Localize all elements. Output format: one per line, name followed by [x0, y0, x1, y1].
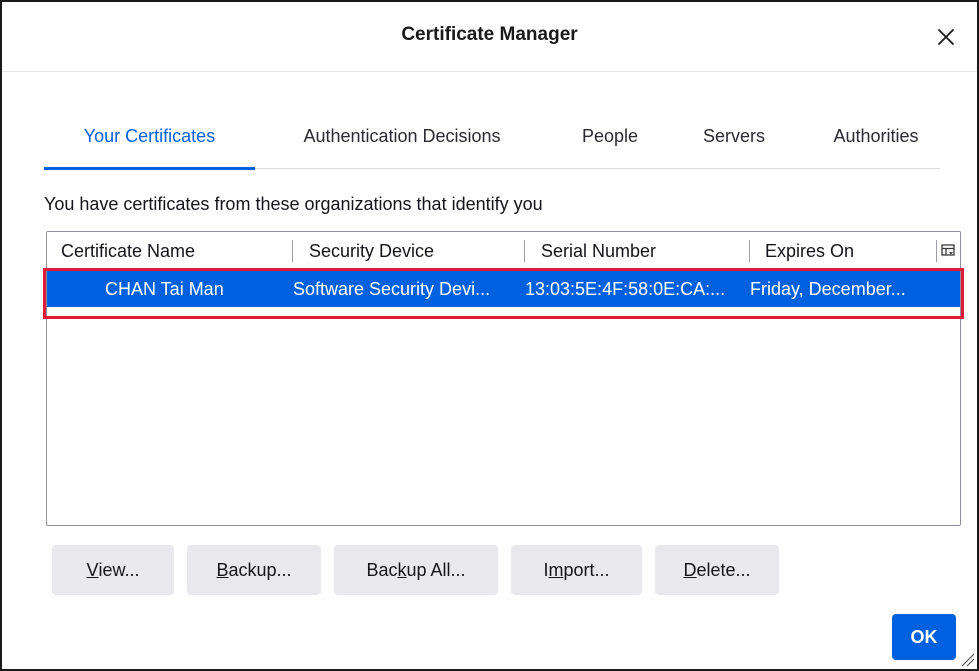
close-icon: [938, 29, 954, 45]
column-separator[interactable]: [524, 240, 525, 262]
cell-certificate-name: CHAN Tai Man: [105, 278, 224, 299]
import-button[interactable]: Im port...: [511, 545, 642, 595]
resize-grip-icon[interactable]: [957, 649, 975, 667]
backup-button[interactable]: Backup...: [187, 545, 321, 595]
tab-people[interactable]: People: [572, 114, 648, 169]
column-picker-icon: [940, 244, 955, 256]
column-separator[interactable]: [749, 240, 750, 262]
dialog-title: Certificate Manager: [401, 24, 578, 45]
backup-all-button[interactable]: Bac k up All...: [334, 545, 498, 595]
ok-button[interactable]: OK: [892, 614, 956, 660]
view-button[interactable]: View...: [52, 545, 174, 595]
certificate-table[interactable]: Certificate Name Security Device Serial …: [46, 231, 961, 526]
tab-servers[interactable]: Servers: [696, 114, 772, 169]
column-header-expires-on[interactable]: Expires On: [765, 232, 925, 270]
intro-text: You have certificates from these organiz…: [44, 194, 543, 214]
close-button[interactable]: [929, 20, 963, 54]
cell-serial-number: 13:03:5E:4F:58:0E:CA:...: [525, 278, 726, 299]
tab-authentication-decisions[interactable]: Authentication Decisions: [282, 114, 522, 169]
cell-expires-on: Friday, December...: [750, 278, 906, 299]
column-header-security-device[interactable]: Security Device: [309, 232, 519, 270]
tab-your-certificates[interactable]: Your Certificates: [44, 114, 255, 170]
title-bar: Certificate Manager: [2, 2, 977, 72]
tab-authorities[interactable]: Authorities: [822, 114, 930, 169]
table-row[interactable]: CHAN Tai Man Software Security Devi... 1…: [47, 271, 960, 307]
cell-security-device: Software Security Devi...: [293, 278, 491, 299]
column-picker-button[interactable]: [936, 240, 958, 262]
tab-strip: Your Certificates Authentication Decisio…: [44, 114, 940, 170]
column-separator[interactable]: [292, 240, 293, 262]
certificate-manager-dialog: Certificate Manager Your Certificates Au…: [0, 0, 979, 671]
table-header: Certificate Name Security Device Serial …: [47, 232, 960, 270]
column-header-certificate-name[interactable]: Certificate Name: [61, 232, 286, 270]
delete-button[interactable]: Delete...: [655, 545, 779, 595]
column-header-serial-number[interactable]: Serial Number: [541, 232, 741, 270]
